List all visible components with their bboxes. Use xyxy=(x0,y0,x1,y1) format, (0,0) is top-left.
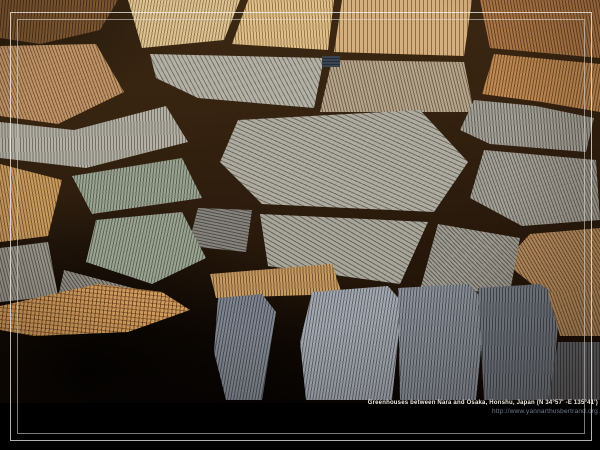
photo-caption: Greenhouses between Nara and Osaka, Hons… xyxy=(368,400,598,415)
caption-url: http://www.yannarthusbertrand.org xyxy=(368,408,598,415)
aerial-photo-greenhouses xyxy=(0,0,600,403)
wallpaper: Greenhouses between Nara and Osaka, Hons… xyxy=(0,0,600,450)
caption-title: Greenhouses between Nara and Osaka, Hons… xyxy=(368,400,598,407)
